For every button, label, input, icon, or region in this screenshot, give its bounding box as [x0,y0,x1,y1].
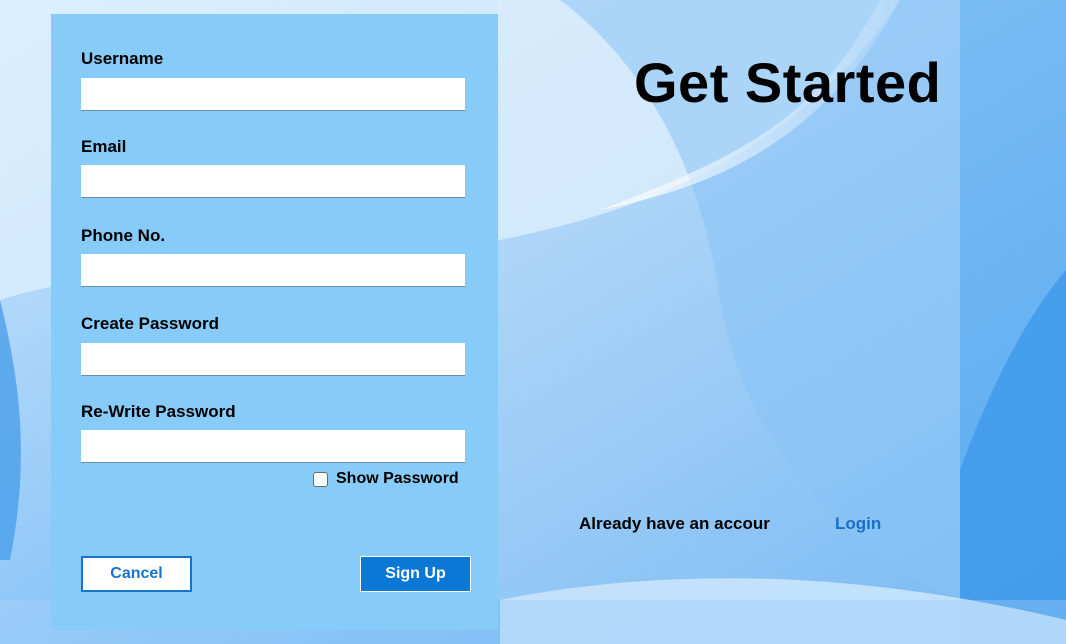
rewrite-password-label: Re-Write Password [81,402,236,421]
rewrite-password-input[interactable] [81,430,465,463]
phone-label: Phone No. [81,226,166,245]
create-password-input[interactable] [81,343,465,376]
already-account-text: Already have an accour [579,514,770,533]
login-link[interactable]: Login [835,514,881,534]
show-password-label: Show Password [336,470,459,487]
email-label: Email [81,137,127,156]
page-title: Get Started [634,51,942,114]
show-password-toggle[interactable]: Show Password [313,470,459,488]
cancel-button[interactable]: Cancel [81,556,192,592]
phone-input[interactable] [81,254,465,287]
username-input[interactable] [81,78,465,111]
right-panel: Get Started Already have an accour Login [498,0,960,600]
username-label: Username [81,49,164,68]
signup-button[interactable]: Sign Up [360,556,471,592]
email-input[interactable] [81,165,465,198]
create-password-label: Create Password [81,314,219,333]
signup-form-panel: Username Email Phone No. Create Password… [51,14,498,630]
show-password-checkbox[interactable] [313,471,328,487]
